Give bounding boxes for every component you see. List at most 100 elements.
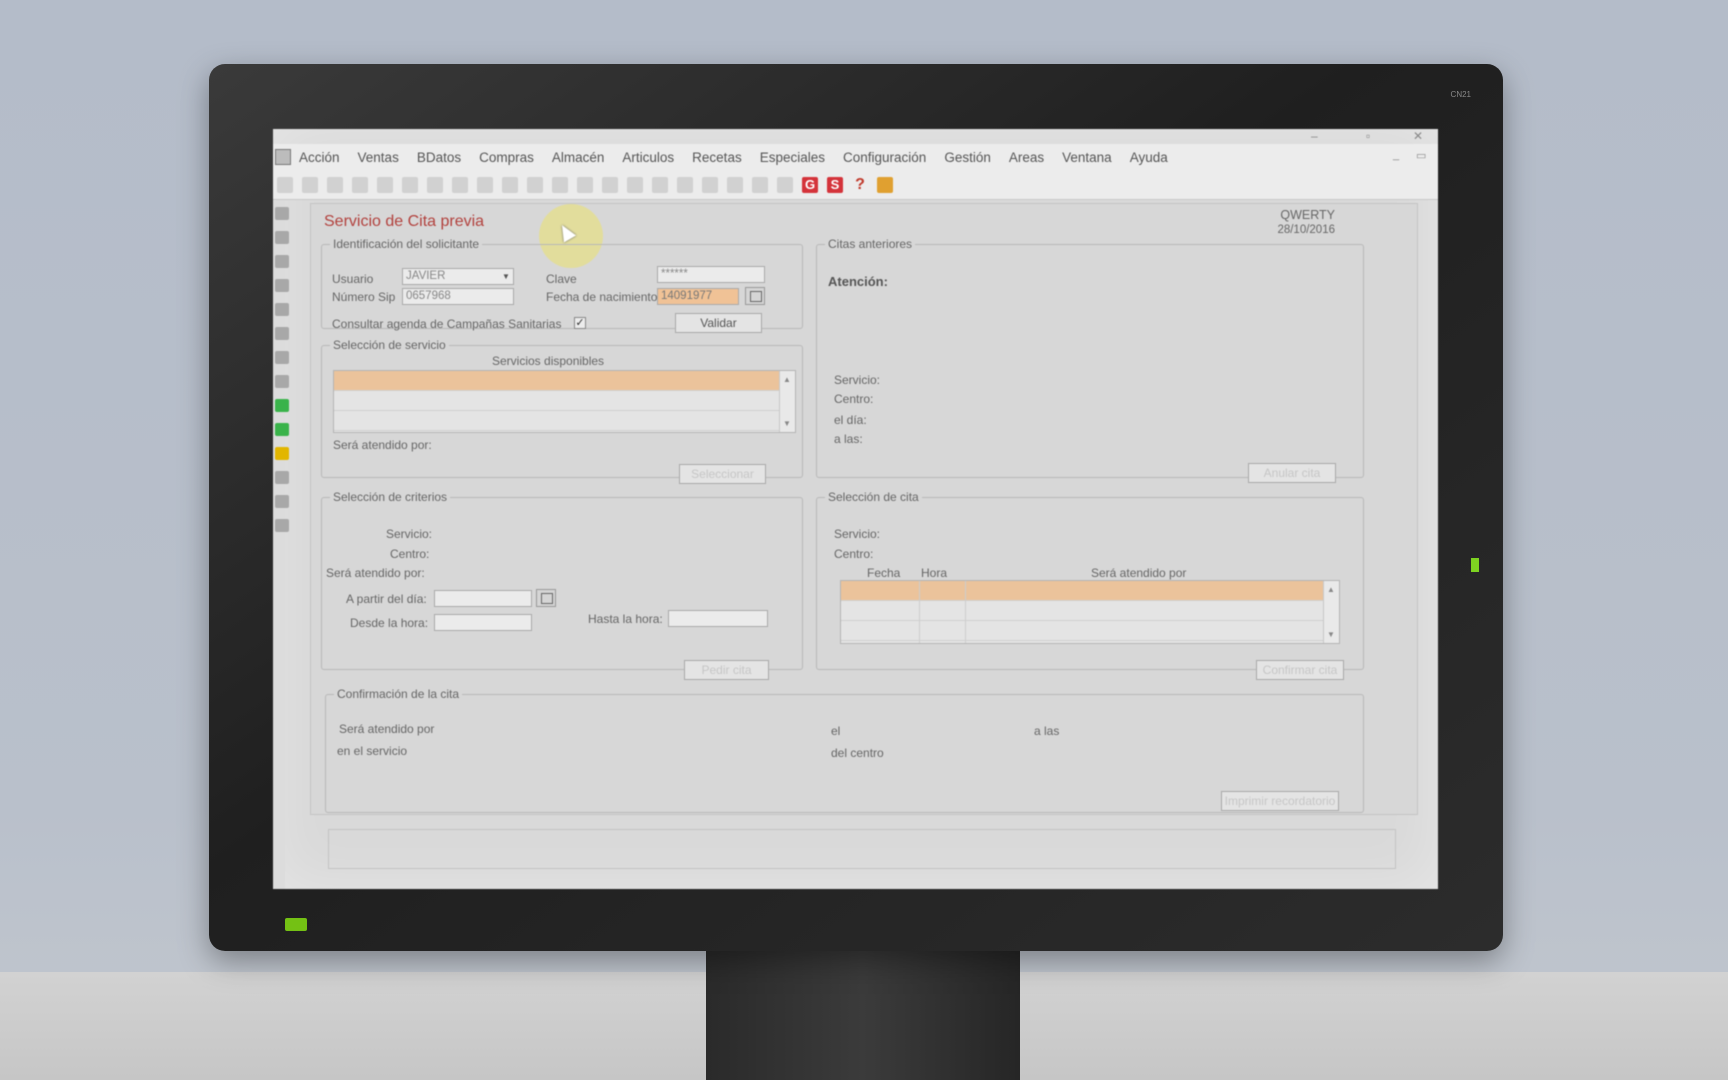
toolbar-merge-icon[interactable] — [477, 176, 493, 193]
menu-bdatos[interactable]: BDatos — [417, 150, 461, 165]
toolbar-calendar-icon[interactable] — [752, 176, 768, 193]
toolbar-delete-icon[interactable] — [402, 176, 418, 193]
list-item[interactable] — [334, 391, 795, 411]
citas-scrollbar[interactable]: ▲ ▼ — [1323, 581, 1339, 643]
sidebar-sync-icon[interactable] — [275, 423, 289, 436]
toolbar-check-icon[interactable] — [377, 176, 393, 193]
menu-areas[interactable]: Areas — [1009, 150, 1044, 165]
criterios-servicio-label: Servicio: — [386, 527, 433, 541]
help-icon[interactable]: ? — [852, 176, 868, 193]
sidebar-group-icon[interactable] — [275, 495, 289, 508]
servicios-scrollbar[interactable]: ▲ ▼ — [779, 371, 795, 432]
mdi-minimize-icon[interactable]: _ — [1393, 149, 1399, 161]
toolbar-network-icon[interactable] — [702, 176, 718, 193]
nacimiento-field[interactable]: 14091977 — [657, 288, 739, 305]
column-divider — [965, 581, 966, 643]
sidebar-stack-icon[interactable] — [275, 375, 289, 388]
menu-especiales[interactable]: Especiales — [760, 150, 825, 165]
toolbar-save-icon[interactable] — [352, 176, 368, 193]
table-row[interactable] — [841, 601, 1339, 621]
toolbar-stop-icon[interactable] — [727, 176, 743, 193]
list-item[interactable] — [334, 411, 795, 431]
campanas-checkbox[interactable]: ✓ — [574, 317, 586, 329]
chevron-down-icon[interactable]: ▼ — [501, 271, 511, 282]
toolbar-print-icon[interactable] — [627, 176, 643, 193]
identificacion-section: Identificación del solicitante Usuario J… — [321, 237, 803, 333]
col-header-fecha: Fecha — [867, 566, 901, 580]
menu-almacen[interactable]: Almacén — [552, 150, 605, 165]
menu-ayuda[interactable]: Ayuda — [1130, 150, 1168, 165]
sidebar-warning-icon[interactable] — [275, 447, 289, 460]
sidebar-cart-icon[interactable] — [275, 279, 289, 292]
usuario-value: JAVIER — [406, 270, 446, 282]
toolbar-copy-icon[interactable] — [327, 176, 343, 193]
toolbar-cart-icon[interactable] — [777, 176, 793, 193]
list-item[interactable] — [334, 371, 795, 391]
sidebar-pen-icon[interactable] — [275, 327, 289, 340]
toolbar-g-icon[interactable]: G — [802, 176, 818, 193]
sidebar-search-icon[interactable] — [275, 255, 289, 268]
menu-recetas[interactable]: Recetas — [692, 150, 742, 165]
sidebar-person-icon[interactable] — [275, 471, 289, 484]
toolbar-prev-icon[interactable] — [552, 176, 568, 193]
sidebar-plus-icon[interactable] — [275, 399, 289, 412]
cita-previa-form: Servicio de Cita previa QWERTY 28/10/201… — [310, 203, 1418, 869]
sidebar-eye-icon[interactable] — [275, 231, 289, 244]
toolbar-paste-icon[interactable] — [452, 176, 468, 193]
toolbar-next-icon[interactable] — [577, 176, 593, 193]
menu-configuracion[interactable]: Configuración — [843, 150, 926, 165]
minimize-icon[interactable]: – — [1311, 129, 1318, 143]
scroll-up-icon[interactable]: ▲ — [1327, 585, 1335, 594]
confirmar-cita-button[interactable]: Confirmar cita — [1256, 660, 1344, 680]
toolbar-star-icon[interactable] — [502, 176, 518, 193]
identificacion-legend: Identificación del solicitante — [333, 237, 480, 251]
scroll-down-icon[interactable]: ▼ — [1327, 630, 1335, 639]
usuario-select[interactable]: JAVIER ▼ — [402, 268, 514, 285]
toolbar-home-icon[interactable] — [877, 176, 893, 193]
validar-button[interactable]: Validar — [675, 313, 762, 333]
menu-articulos[interactable]: Articulos — [622, 150, 674, 165]
toolbar-last-icon[interactable] — [602, 176, 618, 193]
toolbar-edit-icon[interactable] — [302, 176, 318, 193]
anular-cita-button[interactable]: Anular cita — [1248, 463, 1336, 483]
apartir-field[interactable] — [434, 590, 532, 607]
sidebar-barcode-icon[interactable] — [275, 519, 289, 532]
scroll-up-icon[interactable]: ▲ — [783, 375, 791, 384]
toolbar-duplicate-icon[interactable] — [427, 176, 443, 193]
toolbar-refresh-icon[interactable] — [652, 176, 668, 193]
mdi-restore-icon[interactable]: ▭ — [1416, 149, 1426, 162]
menu-bar: Acción Ventas BDatos Compras Almacén Art… — [273, 144, 1438, 170]
scroll-down-icon[interactable]: ▼ — [783, 419, 791, 428]
close-icon[interactable]: ✕ — [1413, 129, 1423, 143]
app-icon[interactable] — [275, 149, 291, 165]
desde-field[interactable] — [434, 614, 532, 631]
citas-grid[interactable]: ▲ ▼ — [840, 580, 1340, 644]
table-row[interactable] — [841, 621, 1339, 641]
calendar-icon[interactable] — [745, 287, 765, 305]
menu-accion[interactable]: Acción — [299, 150, 340, 165]
pedir-cita-button[interactable]: Pedir cita — [684, 660, 769, 680]
table-row[interactable] — [841, 581, 1339, 601]
hasta-field[interactable] — [668, 610, 768, 627]
toolbar-first-icon[interactable] — [527, 176, 543, 193]
menu-compras[interactable]: Compras — [479, 150, 534, 165]
toolbar-s-icon[interactable]: S — [827, 176, 843, 193]
page-title: Servicio de Cita previa — [324, 213, 485, 230]
apartir-label: A partir del día: — [346, 592, 427, 606]
seleccionar-button[interactable]: Seleccionar — [679, 464, 766, 484]
sidebar-money-icon[interactable] — [275, 303, 289, 316]
apartir-calendar-icon[interactable] — [536, 589, 556, 607]
sidebar-cycle-icon[interactable] — [275, 351, 289, 364]
sidebar-sales-icon[interactable] — [275, 207, 289, 220]
sip-label: Número Sip — [332, 290, 396, 304]
toolbar-new-icon[interactable] — [277, 176, 293, 193]
menu-ventas[interactable]: Ventas — [358, 150, 399, 165]
imprimir-recordatorio-button[interactable]: Imprimir recordatorio — [1221, 791, 1339, 811]
restore-icon[interactable]: ▫ — [1366, 129, 1370, 143]
menu-ventana[interactable]: Ventana — [1062, 150, 1112, 165]
menu-gestion[interactable]: Gestión — [944, 150, 991, 165]
servicios-list[interactable]: ▲ ▼ — [333, 370, 796, 433]
clave-field[interactable]: ****** — [657, 266, 765, 283]
sip-field[interactable]: 0657968 — [402, 288, 514, 305]
toolbar-tools-icon[interactable] — [677, 176, 693, 193]
